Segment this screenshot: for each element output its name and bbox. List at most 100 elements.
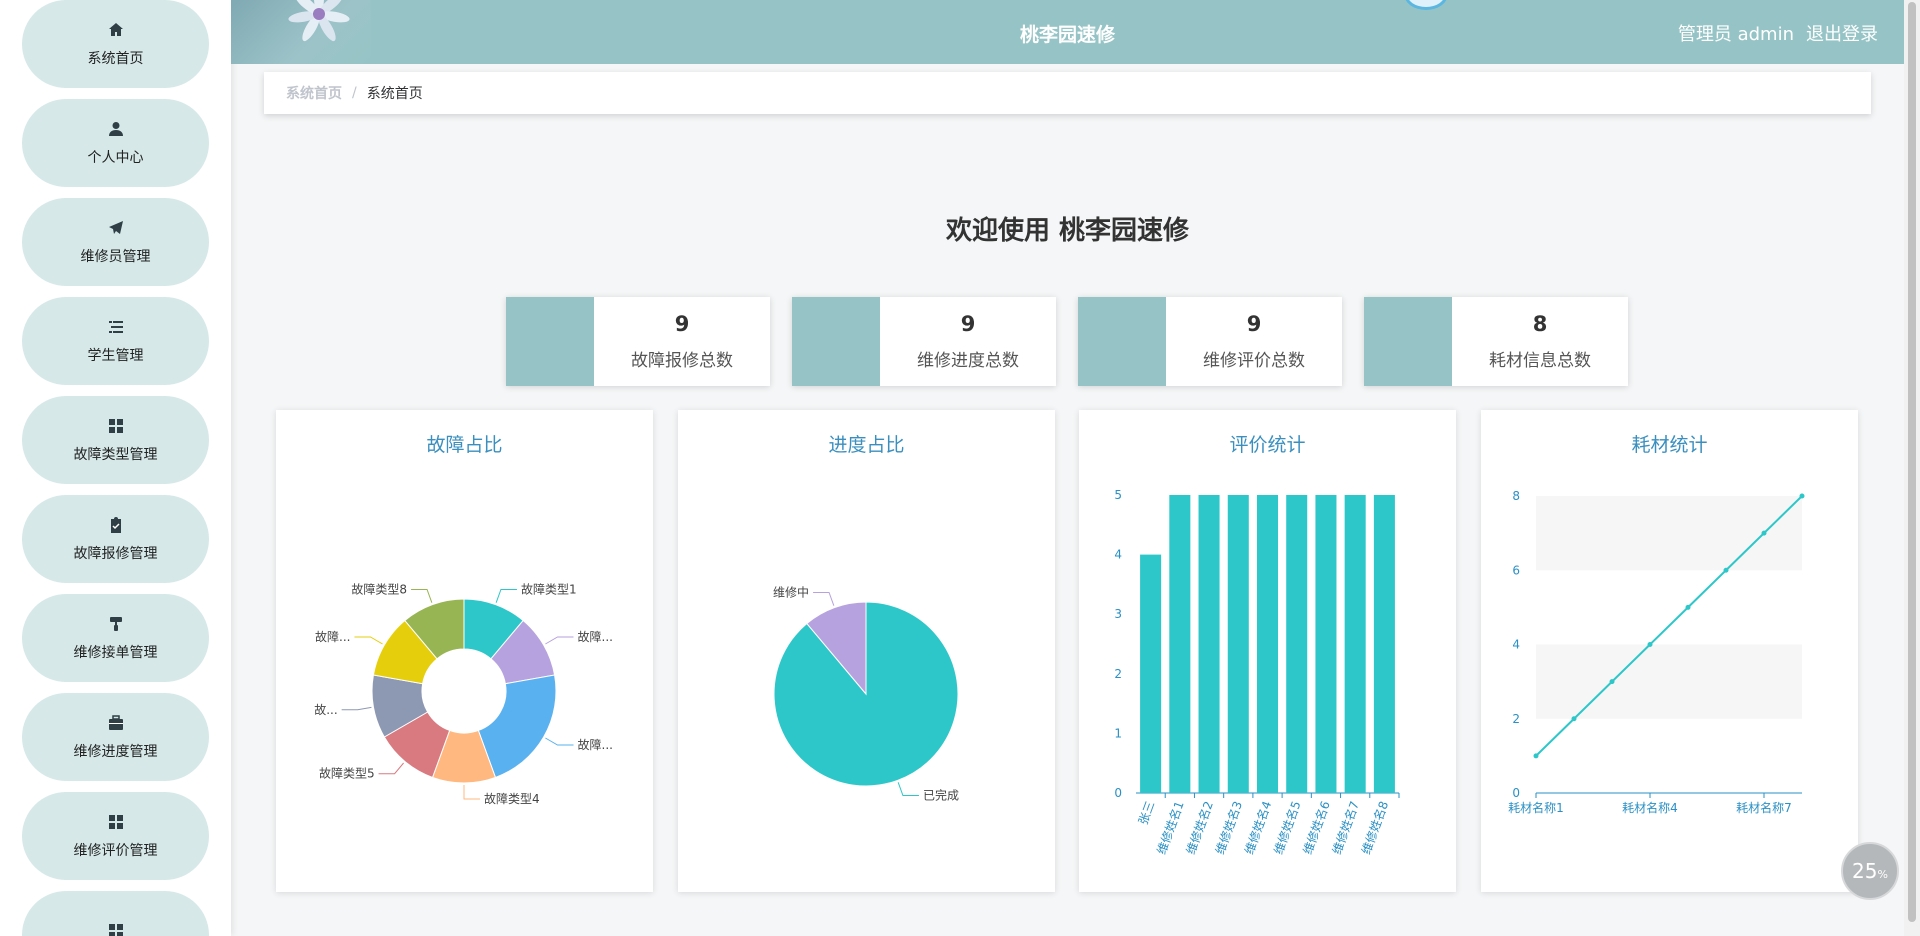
x-tick-label: 维修姓名3 (1212, 799, 1245, 856)
bar (1315, 495, 1337, 793)
top-header: 桃李园速修 管理员 admin 退出登录 (231, 0, 1904, 64)
pie-label-line (354, 636, 383, 645)
pie-label-line (411, 589, 433, 603)
material-stats-panel: 耗材统计 0 2 4 6 8 耗材名称1 耗材名称4 耗材名称7 (1481, 410, 1858, 892)
data-point (1533, 753, 1539, 759)
stat-card-repair-reviews: 9 维修评价总数 (1078, 297, 1342, 386)
pie-slice-label: 故... (314, 702, 337, 717)
sidebar-item-1[interactable]: 个人中心 (22, 99, 209, 187)
pie-label-line (897, 782, 919, 796)
data-point (1647, 642, 1653, 647)
stat-card-fault-reports: 9 故障报修总数 (506, 297, 770, 386)
progress-badge[interactable]: 25% (1841, 842, 1899, 900)
stat-card-swatch (1078, 297, 1166, 386)
y-tick-label: 0 (1114, 786, 1122, 800)
fault-ratio-donut-chart: 故障类型1 故障... 故障... 故障类型4 故障类型5 故... 故障... 故障类型8 (314, 582, 613, 806)
pie-slice-label: 故障类型1 (521, 582, 577, 597)
y-tick-label: 3 (1114, 607, 1122, 621)
sidebar-item-5[interactable]: 故障报修管理 (22, 495, 209, 583)
sidebar-item-label: 故障报修管理 (73, 545, 158, 562)
x-tick-label: 维修姓名7 (1329, 799, 1362, 856)
grid-icon (107, 813, 125, 831)
sidebar-item-2[interactable]: 维修员管理 (22, 198, 209, 286)
breadcrumb-home-link[interactable]: 系统首页 (286, 83, 342, 103)
pie-label-line (495, 589, 517, 603)
x-tick-label: 张三 (1136, 799, 1157, 826)
pie-slice-label: 故障类型8 (351, 582, 407, 597)
fault-ratio-panel: 故障占比 故障类型1 故障... 故障... 故障类型4 故障类型5 故... 故障... 故… (276, 410, 653, 892)
data-point (1723, 567, 1729, 573)
bar (1169, 495, 1191, 793)
list-icon (107, 318, 125, 336)
data-point (1571, 716, 1577, 722)
y-tick-label: 6 (1512, 563, 1520, 577)
data-point (1761, 530, 1767, 536)
y-tick-label: 4 (1512, 638, 1520, 652)
x-tick-label: 维修姓名4 (1241, 799, 1274, 856)
x-tick-label: 维修姓名8 (1358, 799, 1391, 856)
sidebar-item-label: 维修评价管理 (73, 842, 158, 859)
bar (1198, 495, 1220, 793)
pie-label-line (378, 762, 404, 775)
scrollbar-thumb[interactable] (1908, 2, 1916, 922)
y-tick-label: 1 (1114, 726, 1122, 740)
y-tick-label: 2 (1512, 712, 1520, 726)
grid-band (1536, 644, 1802, 719)
sidebar-item-4[interactable]: 故障类型管理 (22, 396, 209, 484)
stat-card-materials: 8 耗材信息总数 (1364, 297, 1628, 386)
sidebar-item-0[interactable]: 系统首页 (22, 0, 209, 88)
progress-badge-unit: % (1877, 867, 1888, 881)
sidebar-item-6[interactable]: 维修接单管理 (22, 594, 209, 682)
y-tick-label: 8 (1512, 489, 1520, 503)
sidebar-item-label: 故障类型管理 (73, 446, 158, 463)
pie-slice-label: 已完成 (923, 787, 959, 802)
sidebar-item-7[interactable]: 维修进度管理 (22, 693, 209, 781)
vertical-scrollbar[interactable] (1904, 0, 1920, 936)
x-tick-label: 维修姓名2 (1183, 799, 1216, 856)
sidebar-item-3[interactable]: 学生管理 (22, 297, 209, 385)
admin-user-label[interactable]: 管理员 admin (1678, 20, 1794, 46)
breadcrumb-current: 系统首页 (366, 86, 423, 102)
bar (1227, 495, 1249, 793)
y-tick-label: 2 (1114, 667, 1122, 681)
pie-slice-label: 故障类型5 (319, 766, 375, 781)
data-point (1799, 493, 1805, 499)
header-avatar-ring (1404, 0, 1448, 10)
x-tick-label: 耗材名称7 (1736, 800, 1792, 815)
y-tick-label: 5 (1114, 488, 1122, 502)
sidebar-item-label: 维修进度管理 (73, 743, 158, 760)
bar (1286, 495, 1308, 793)
review-stats-bar-chart: 012345张三维修姓名1维修姓名2维修姓名3维修姓名4维修姓名5维修姓名6维修… (1114, 488, 1400, 856)
y-tick-label: 0 (1512, 786, 1520, 800)
progress-ratio-panel: 进度占比 已完成 维修中 (678, 410, 1055, 892)
stat-label: 维修评价总数 (1203, 351, 1305, 371)
pie-slice-label: 故障类型4 (484, 791, 540, 806)
stat-value: 8 (1532, 312, 1548, 336)
sidebar: 系统首页个人中心维修员管理学生管理故障类型管理 故障报修管理维修接单管理维修进度管… (0, 0, 231, 936)
pie-label-line (341, 706, 372, 711)
pie-label-line (545, 636, 574, 645)
sidebar-item-label: 系统首页 (87, 50, 144, 67)
stat-card-swatch (506, 297, 594, 386)
sidebar-item-8[interactable]: 维修评价管理 (22, 792, 209, 880)
sidebar-item-label: 维修员管理 (80, 248, 151, 265)
x-tick-label: 维修姓名6 (1300, 799, 1333, 856)
pie-slice-label: 故障... (578, 629, 613, 644)
x-tick-label: 耗材名称1 (1508, 800, 1564, 815)
bar (1140, 554, 1162, 793)
material-stats-line-chart: 0 2 4 6 8 耗材名称1 耗材名称4 耗材名称7 (1508, 489, 1805, 815)
app-title: 桃李园速修 (1019, 24, 1115, 46)
user-icon (107, 120, 125, 138)
clipboard-icon (107, 516, 125, 534)
sidebar-item-9[interactable] (22, 891, 209, 936)
bar (1344, 495, 1366, 793)
y-tick-label: 4 (1114, 548, 1122, 562)
breadcrumb-separator: / (352, 85, 357, 101)
logout-link[interactable]: 退出登录 (1806, 20, 1878, 46)
stat-card-swatch (792, 297, 880, 386)
welcome-heading: 欢迎使用 桃李园速修 (945, 216, 1190, 246)
sidebar-item-label: 学生管理 (87, 347, 144, 364)
briefcase-icon (107, 714, 125, 732)
bar (1256, 495, 1279, 793)
x-tick-label: 耗材名称4 (1622, 800, 1678, 815)
